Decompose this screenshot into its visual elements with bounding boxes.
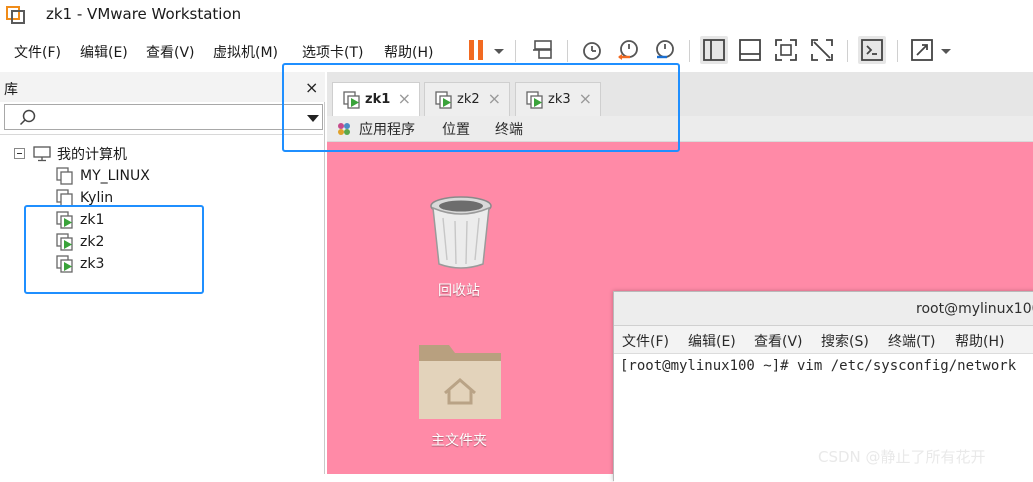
toolbar-separator (567, 40, 568, 62)
menu-edit[interactable]: 编辑(E) (80, 42, 128, 62)
window-title: zk1 - VMware Workstation (46, 5, 242, 23)
library-title: 库 (4, 82, 18, 98)
show-library-button[interactable] (700, 36, 728, 64)
stretch-icon (911, 39, 933, 61)
send-keys-icon (533, 40, 552, 59)
snapshot-icon (583, 42, 601, 60)
vm-off-icon (56, 167, 73, 185)
unity-button[interactable] (808, 36, 836, 64)
watermark: CSDN @静止了所有花开 (818, 448, 986, 466)
pause-dropdown-icon[interactable] (494, 49, 504, 54)
revert-snapshot-icon (618, 40, 638, 60)
terminal-menu-view[interactable]: 查看(V) (754, 331, 803, 351)
terminal-menu-file[interactable]: 文件(F) (622, 331, 669, 351)
menu-tabs[interactable]: 选项卡(T) (302, 42, 363, 62)
search-icon (19, 109, 36, 126)
tree-item-my-computer[interactable]: 我的计算机 (33, 143, 127, 165)
console-icon (861, 39, 883, 61)
terminal-command-line: [root@mylinux100 ~]# vim /etc/sysconfig/… (620, 358, 1017, 374)
collapse-icon[interactable] (14, 148, 25, 159)
pause-icon (469, 40, 483, 60)
tree-label: Kylin (80, 190, 114, 206)
annotation-box-tabs (282, 63, 680, 152)
guest-desktop: 回收站 主文件夹 root@mylinux100 文件(F) 编辑(E) 查看(… (327, 142, 1033, 482)
thumbnail-bar-button[interactable] (736, 36, 764, 64)
toolbar-separator (689, 40, 690, 62)
snapshot-manager-button[interactable] (650, 36, 678, 64)
toolbar-separator (847, 40, 848, 62)
terminal-menu-edit[interactable]: 编辑(E) (688, 331, 736, 351)
terminal-menu-bar: 文件(F) 编辑(E) 查看(V) 搜索(S) 终端(T) 帮助(H) (614, 326, 1033, 354)
tree-label: 我的计算机 (57, 147, 127, 163)
terminal-title-bar[interactable]: root@mylinux100 (614, 292, 1033, 326)
trash-label: 回收站 (438, 283, 480, 299)
terminal-title: root@mylinux100 (916, 301, 1033, 317)
take-snapshot-button[interactable] (578, 36, 606, 64)
library-header: 库 × (0, 72, 325, 102)
library-tree: 我的计算机 MY_LINUX Kylin zk1 zk2 zk3 (0, 134, 323, 474)
terminal-menu-terminal[interactable]: 终端(T) (888, 331, 935, 351)
menu-view[interactable]: 查看(V) (146, 42, 195, 62)
trash-icon[interactable] (428, 194, 494, 270)
fullscreen-icon (775, 39, 797, 61)
tree-label: MY_LINUX (80, 168, 150, 184)
send-ctrl-alt-del-button[interactable] (529, 36, 557, 64)
unity-icon (811, 39, 833, 61)
terminal-menu-search[interactable]: 搜索(S) (821, 331, 869, 351)
menu-vm[interactable]: 虚拟机(M) (213, 42, 278, 62)
toolbar-separator (897, 40, 898, 62)
stretch-guest-button[interactable] (908, 36, 936, 64)
computer-icon (33, 146, 51, 162)
fullscreen-button[interactable] (772, 36, 800, 64)
title-bar: zk1 - VMware Workstation (0, 0, 1033, 30)
home-folder-label: 主文件夹 (431, 433, 487, 449)
menu-help[interactable]: 帮助(H) (384, 42, 433, 62)
console-view-button[interactable] (858, 36, 886, 64)
revert-snapshot-button[interactable] (614, 36, 642, 64)
thumbnail-bar-icon (739, 39, 761, 61)
library-search-input[interactable] (4, 104, 323, 130)
pause-button[interactable] (462, 36, 490, 64)
stretch-dropdown-icon[interactable] (941, 49, 951, 54)
annotation-box-vm-list (24, 205, 204, 294)
library-view-icon (703, 39, 725, 61)
snapshot-manager-icon (656, 40, 674, 59)
tree-item-my-linux[interactable]: MY_LINUX (56, 165, 150, 187)
vmware-logo-icon (6, 6, 25, 24)
toolbar-separator (515, 40, 516, 62)
home-folder-icon[interactable] (417, 339, 505, 423)
terminal-menu-help[interactable]: 帮助(H) (955, 331, 1004, 351)
menu-file[interactable]: 文件(F) (14, 42, 61, 62)
